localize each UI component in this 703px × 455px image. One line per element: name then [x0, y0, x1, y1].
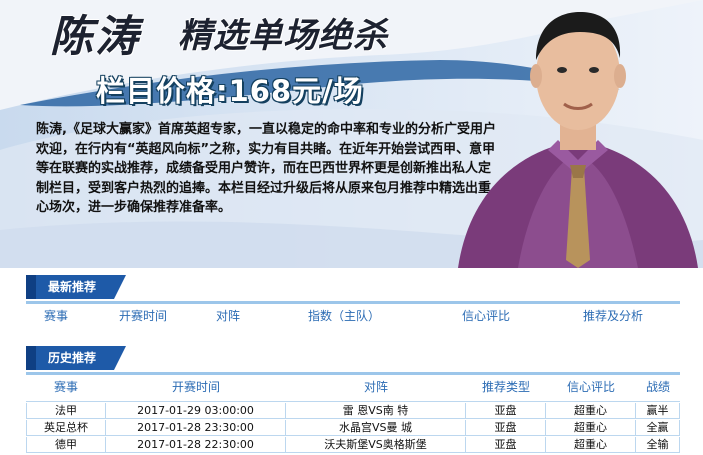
time-cell: 2017-01-28 23:30:00	[106, 420, 286, 436]
col-recommend-analysis: 推荐及分析	[582, 309, 643, 323]
expert-name: 陈涛	[50, 12, 140, 62]
confidence-cell: 超重心	[546, 437, 636, 453]
col-event: 赛事	[53, 380, 78, 394]
tab-history-recommendation[interactable]: 历史推荐	[26, 346, 126, 370]
col-confidence: 信心评比	[566, 380, 615, 394]
result-cell: 赢半	[636, 403, 680, 419]
type-cell: 亚盘	[466, 437, 546, 453]
confidence-cell: 超重心	[546, 403, 636, 419]
match-cell: 水晶宫VS曼 城	[286, 420, 466, 436]
latest-table-header: 赛事 开赛时间 对阵 指数（主队） 信心评比 推荐及分析	[26, 305, 680, 327]
col-match: 对阵	[215, 309, 240, 323]
table-row[interactable]: 英足总杯 2017-01-28 23:30:00 水晶宫VS曼 城 亚盘 超重心…	[26, 420, 680, 437]
column-title: 精选单场绝杀	[178, 16, 388, 56]
history-section-header: 历史推荐	[26, 346, 680, 375]
result-cell: 全输	[636, 437, 680, 453]
match-cell: 沃夫斯堡VS奥格斯堡	[286, 437, 466, 453]
col-recommend-type: 推荐类型	[481, 380, 530, 394]
event-cell: 英足总杯	[26, 420, 106, 436]
time-cell: 2017-01-28 22:30:00	[106, 437, 286, 453]
type-cell: 亚盘	[466, 420, 546, 436]
type-cell: 亚盘	[466, 403, 546, 419]
expert-portrait	[458, 12, 698, 268]
col-start-time: 开赛时间	[171, 380, 220, 394]
table-row[interactable]: 德甲 2017-01-28 22:30:00 沃夫斯堡VS奥格斯堡 亚盘 超重心…	[26, 437, 680, 454]
col-event: 赛事	[43, 309, 68, 323]
col-confidence: 信心评比	[461, 309, 510, 323]
confidence-cell: 超重心	[546, 420, 636, 436]
tab-latest-recommendation[interactable]: 最新推荐	[26, 275, 126, 299]
col-result: 战绩	[645, 380, 670, 394]
col-start-time: 开赛时间	[118, 309, 167, 323]
column-price: 栏目价格:168元/场	[96, 74, 364, 108]
result-cell: 全赢	[636, 420, 680, 436]
latest-section-header: 最新推荐	[26, 275, 680, 304]
col-match: 对阵	[363, 380, 388, 394]
expert-banner: 陈涛 精选单场绝杀 栏目价格:168元/场 陈涛,《足球大赢家》首席英超专家，一…	[0, 0, 703, 268]
divider	[26, 401, 680, 402]
time-cell: 2017-01-29 03:00:00	[106, 403, 286, 419]
history-table-header: 赛事 开赛时间 对阵 推荐类型 信心评比 战绩	[26, 376, 680, 398]
event-cell: 法甲	[26, 403, 106, 419]
table-row[interactable]: 法甲 2017-01-29 03:00:00 雷 恩VS南 特 亚盘 超重心 赢…	[26, 403, 680, 420]
col-index-home: 指数（主队）	[307, 309, 380, 323]
expert-introduction: 陈涛,《足球大赢家》首席英超专家，一直以稳定的命中率和专业的分析广受用户欢迎，在…	[36, 122, 496, 215]
match-cell: 雷 恩VS南 特	[286, 403, 466, 419]
event-cell: 德甲	[26, 437, 106, 453]
